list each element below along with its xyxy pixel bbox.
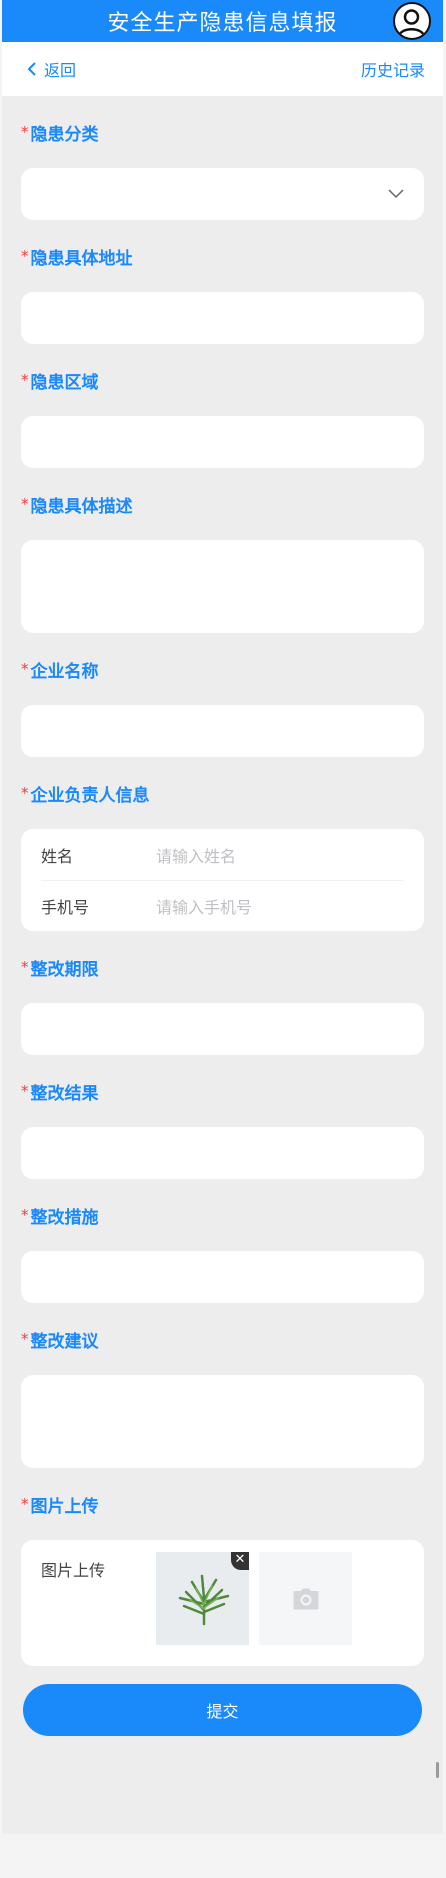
required-mark: * bbox=[21, 495, 29, 513]
address-label: * 隐患具体地址 bbox=[21, 236, 424, 276]
add-image-button[interactable] bbox=[259, 1552, 352, 1645]
page-title: 安全生产隐患信息填报 bbox=[107, 11, 338, 36]
suggestion-textarea[interactable] bbox=[21, 1375, 424, 1468]
description-textarea[interactable] bbox=[21, 540, 424, 633]
required-mark: * bbox=[21, 660, 29, 678]
uploader-label: 图片上传 bbox=[41, 1561, 106, 1580]
nav-bar: 返回 历史记录 bbox=[2, 42, 443, 96]
area-label: * 隐患区域 bbox=[21, 360, 424, 400]
chevron-left-icon bbox=[27, 62, 36, 76]
measures-label: * 整改措施 bbox=[21, 1195, 424, 1235]
contact-name-input[interactable]: 请输入姓名 bbox=[156, 843, 236, 867]
company-label: * 企业名称 bbox=[21, 649, 424, 689]
back-button[interactable]: 返回 bbox=[26, 57, 76, 81]
required-mark: * bbox=[21, 1082, 29, 1100]
submit-button[interactable]: 提交 bbox=[23, 1684, 422, 1736]
area-input[interactable] bbox=[21, 416, 424, 468]
contact-group: 姓名 请输入姓名 手机号 请输入手机号 bbox=[21, 829, 424, 931]
delete-image-button[interactable]: ✕ bbox=[231, 1552, 249, 1570]
scrollbar-thumb[interactable] bbox=[436, 1762, 439, 1778]
history-link[interactable]: 历史记录 bbox=[361, 57, 425, 81]
category-label-text: 隐患分类 bbox=[30, 124, 99, 145]
chevron-down-icon bbox=[388, 189, 404, 199]
measures-label-text: 整改措施 bbox=[30, 1207, 99, 1228]
area-label-text: 隐患区域 bbox=[30, 372, 99, 393]
app-screen: 安全生产隐患信息填报 返回 历史记录 * 隐患分类 * 隐患具体地址 * 隐患区… bbox=[2, 0, 443, 1834]
category-label: * 隐患分类 bbox=[21, 112, 424, 152]
required-mark: * bbox=[21, 247, 29, 265]
required-mark: * bbox=[21, 1330, 29, 1348]
thumbnail-list: ✕ bbox=[156, 1552, 352, 1654]
image-uploader: 图片上传 ✕ bbox=[21, 1540, 424, 1666]
company-label-text: 企业名称 bbox=[30, 661, 99, 682]
images-label: * 图片上传 bbox=[21, 1484, 424, 1524]
back-label: 返回 bbox=[44, 61, 77, 80]
contact-name-row[interactable]: 姓名 请输入姓名 bbox=[41, 829, 404, 880]
description-label: * 隐患具体描述 bbox=[21, 484, 424, 524]
required-mark: * bbox=[21, 1206, 29, 1224]
contact-phone-input[interactable]: 请输入手机号 bbox=[156, 894, 252, 918]
result-label-text: 整改结果 bbox=[30, 1083, 99, 1104]
result-input[interactable] bbox=[21, 1127, 424, 1179]
description-label-text: 隐患具体描述 bbox=[30, 496, 133, 517]
category-select[interactable] bbox=[21, 168, 424, 220]
address-label-text: 隐患具体地址 bbox=[30, 248, 133, 269]
address-input[interactable] bbox=[21, 292, 424, 344]
suggestion-label-text: 整改建议 bbox=[30, 1331, 99, 1352]
company-input[interactable] bbox=[21, 705, 424, 757]
suggestion-label: * 整改建议 bbox=[21, 1319, 424, 1359]
required-mark: * bbox=[21, 1495, 29, 1513]
required-mark: * bbox=[21, 123, 29, 141]
title-bar: 安全生产隐患信息填报 bbox=[2, 0, 443, 42]
hazard-form: * 隐患分类 * 隐患具体地址 * 隐患区域 * 隐患具体描述 * 企业名称 *… bbox=[2, 112, 443, 1736]
contact-phone-label: 手机号 bbox=[41, 898, 90, 917]
uploaded-image-thumbnail[interactable]: ✕ bbox=[156, 1552, 249, 1645]
measures-input[interactable] bbox=[21, 1251, 424, 1303]
contact-label-text: 企业负责人信息 bbox=[30, 785, 150, 806]
required-mark: * bbox=[21, 958, 29, 976]
contact-label: * 企业负责人信息 bbox=[21, 773, 424, 813]
deadline-label-text: 整改期限 bbox=[30, 959, 99, 980]
deadline-input[interactable] bbox=[21, 1003, 424, 1055]
required-mark: * bbox=[21, 371, 29, 389]
result-label: * 整改结果 bbox=[21, 1071, 424, 1111]
contact-phone-row[interactable]: 手机号 请输入手机号 bbox=[41, 880, 404, 931]
camera-icon bbox=[293, 1588, 318, 1609]
deadline-label: * 整改期限 bbox=[21, 947, 424, 987]
images-label-text: 图片上传 bbox=[30, 1496, 99, 1517]
user-circle-icon[interactable] bbox=[393, 2, 431, 40]
required-mark: * bbox=[21, 784, 29, 802]
contact-name-label: 姓名 bbox=[41, 846, 74, 866]
